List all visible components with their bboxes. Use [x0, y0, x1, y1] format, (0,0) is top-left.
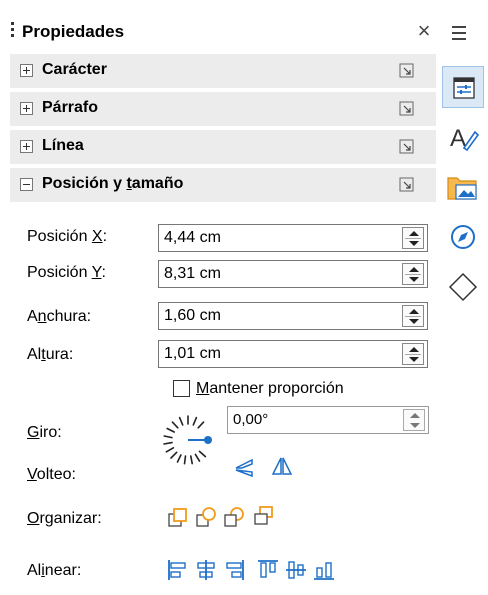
panel-title-bar: Propiedades × — [0, 0, 438, 54]
expand-icon[interactable] — [20, 64, 33, 77]
section-line-label: Línea — [42, 137, 84, 154]
spin-buttons[interactable] — [402, 343, 424, 365]
keep-ratio-label[interactable]: Mantener proporción — [196, 380, 344, 398]
expand-icon[interactable] — [20, 102, 33, 115]
position-y-value[interactable]: 8,31 cm — [164, 265, 221, 283]
back-one-icon[interactable] — [222, 506, 246, 530]
forward-one-icon[interactable] — [194, 506, 218, 530]
navigator-icon — [451, 225, 475, 249]
panel-title: Propiedades — [22, 22, 125, 41]
section-character[interactable]: Carácter — [10, 54, 436, 88]
tab-gallery[interactable] — [442, 166, 484, 208]
arrange-label: Organizar: — [27, 510, 102, 527]
collapse-icon[interactable] — [20, 178, 33, 191]
rotation-label: Giro: — [27, 424, 62, 441]
tab-styles[interactable]: A — [442, 116, 484, 158]
tab-navigator[interactable] — [442, 216, 484, 258]
align-middle-icon[interactable] — [284, 558, 308, 582]
styles-icon: A — [450, 125, 480, 152]
gallery-icon — [447, 177, 477, 200]
position-x-field[interactable]: 4,44 cm — [158, 224, 428, 252]
send-to-back-icon[interactable] — [252, 504, 276, 528]
more-options-icon[interactable] — [398, 138, 416, 156]
rotation-dial-icon[interactable] — [158, 410, 218, 470]
height-field[interactable]: 1,01 cm — [158, 340, 428, 368]
section-paragraph-label: Párrafo — [42, 99, 99, 116]
section-position-size[interactable]: Posición y tamaño — [10, 168, 436, 202]
width-label: Anchura: — [27, 308, 92, 325]
align-bottom-icon[interactable] — [312, 558, 336, 582]
section-position-size-label: Posición y tamaño — [42, 175, 184, 192]
spin-buttons[interactable] — [402, 227, 424, 249]
height-value[interactable]: 1,01 cm — [164, 345, 221, 363]
width-value[interactable]: 1,60 cm — [164, 307, 221, 325]
grip-icon[interactable] — [11, 22, 14, 40]
spin-buttons[interactable] — [402, 305, 424, 327]
spin-buttons[interactable] — [403, 409, 425, 431]
flip-vertical-icon[interactable] — [232, 456, 256, 480]
more-options-icon[interactable] — [398, 62, 416, 80]
sidebar-tab-bar: A — [438, 0, 488, 595]
section-paragraph[interactable]: Párrafo — [10, 92, 436, 126]
keep-ratio-checkbox[interactable] — [173, 380, 190, 397]
position-x-value[interactable]: 4,44 cm — [164, 229, 221, 247]
align-label: Alinear: — [27, 562, 82, 579]
rotation-field[interactable]: 0,00° — [227, 406, 429, 434]
properties-panel: Propiedades × Carácter Párrafo Línea Pos… — [0, 0, 438, 595]
position-x-label: Posición X: — [27, 228, 108, 245]
align-center-icon[interactable] — [194, 558, 218, 582]
align-top-icon[interactable] — [256, 558, 280, 582]
sidebar-menu-icon[interactable] — [452, 26, 470, 40]
flip-horizontal-icon[interactable] — [270, 454, 294, 478]
height-label: Altura: — [27, 346, 74, 363]
more-options-icon[interactable] — [398, 100, 416, 118]
tab-shapes[interactable] — [442, 266, 484, 308]
width-field[interactable]: 1,60 cm — [158, 302, 428, 330]
align-right-icon[interactable] — [222, 558, 246, 582]
position-y-field[interactable]: 8,31 cm — [158, 260, 428, 288]
properties-icon — [453, 77, 475, 99]
align-left-icon[interactable] — [166, 558, 190, 582]
tab-properties[interactable] — [442, 66, 484, 108]
section-line[interactable]: Línea — [10, 130, 436, 164]
flip-label: Volteo: — [27, 466, 76, 483]
section-character-label: Carácter — [42, 61, 107, 78]
shapes-icon — [448, 272, 478, 302]
rotation-value[interactable]: 0,00° — [233, 411, 268, 428]
more-options-icon[interactable] — [398, 176, 416, 194]
bring-to-front-icon[interactable] — [166, 506, 190, 530]
expand-icon[interactable] — [20, 140, 33, 153]
position-y-label: Posición Y: — [27, 264, 106, 281]
close-button[interactable]: × — [410, 16, 438, 46]
spin-buttons[interactable] — [402, 263, 424, 285]
